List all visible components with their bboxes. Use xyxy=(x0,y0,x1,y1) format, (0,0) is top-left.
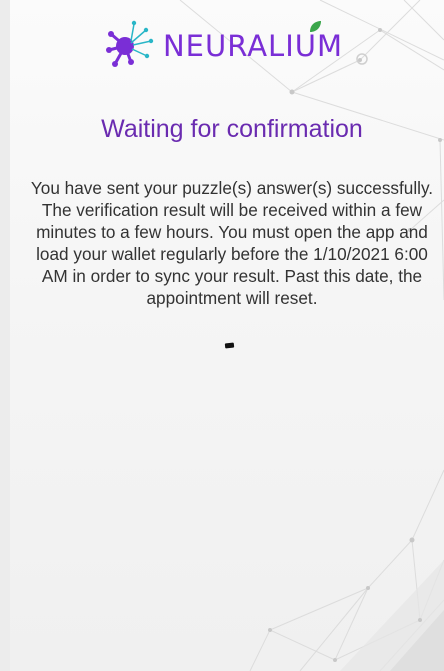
leaf-icon xyxy=(310,21,321,32)
loading-indicator xyxy=(224,342,235,349)
confirmation-message: You have sent your puzzle(s) answer(s) s… xyxy=(30,178,434,308)
page-title: Waiting for confirmation xyxy=(101,115,363,143)
brand-logo: NEURALIUM xyxy=(0,14,444,74)
background-network-pattern xyxy=(179,0,444,671)
neuralium-logo-icon xyxy=(105,20,154,67)
brand-name: NEURALIUM xyxy=(162,29,343,63)
waiting-confirmation-screen: NEURALIUM Waiting for confirmation You h… xyxy=(0,0,444,671)
